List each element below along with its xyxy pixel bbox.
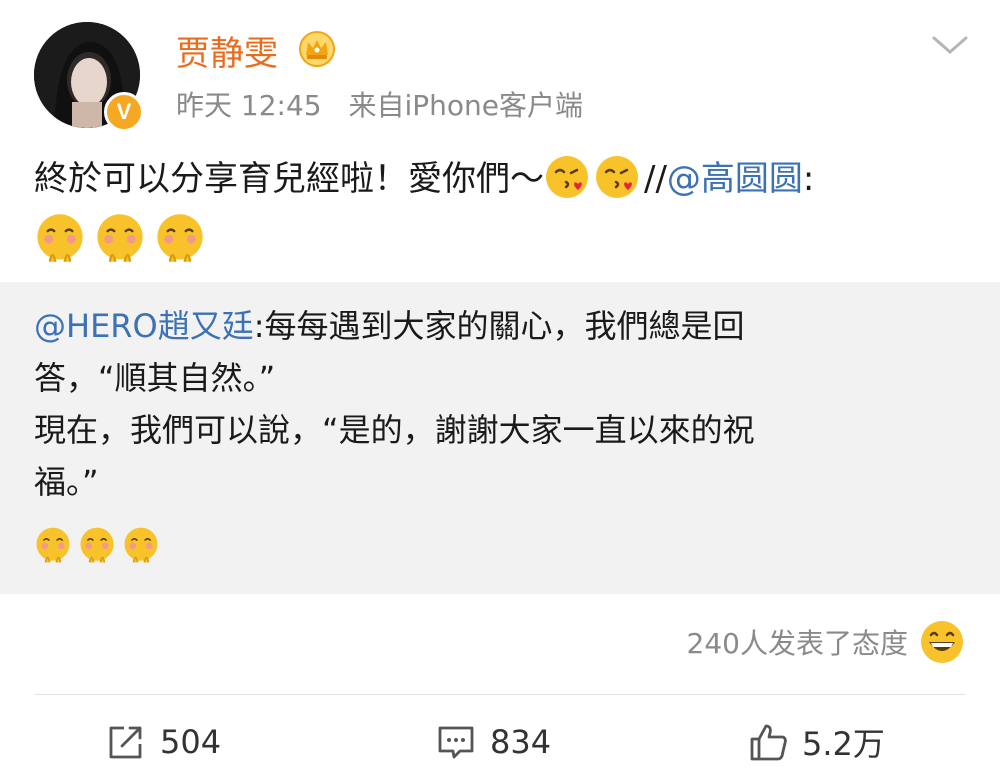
post-body-text: 終於可以分享育兒經啦！愛你們～	[34, 159, 544, 199]
reactions-summary[interactable]: 240人发表了态度	[687, 618, 966, 666]
post-meta: 昨天 12:45 来自iPhone客户端	[176, 84, 601, 124]
shy-emoji-icon	[157, 214, 203, 263]
kiss-emoji-icon	[546, 156, 588, 198]
repost-button[interactable]: 504	[104, 712, 221, 772]
mention-link[interactable]: @高圆圆	[667, 159, 803, 199]
like-count: 5.2万	[802, 725, 885, 763]
grin-emoji-icon	[921, 621, 963, 663]
divider	[34, 694, 966, 695]
shy-emoji-icon	[124, 527, 158, 563]
crown-icon[interactable]	[298, 30, 336, 68]
like-button[interactable]: 5.2万	[746, 712, 885, 772]
post-time: 昨天 12:45	[176, 89, 322, 122]
shy-emoji-icon	[37, 214, 83, 263]
kiss-emoji-icon	[596, 156, 638, 198]
repost-line: 福。”	[34, 463, 99, 501]
comment-count: 834	[490, 723, 552, 761]
repost-mention-link[interactable]: @HERO趙又廷	[34, 307, 254, 345]
shy-emoji-icon	[36, 527, 70, 563]
post-text: 終於可以分享育兒經啦！愛你們～ //@高圆圆:	[34, 152, 974, 206]
shy-emoji-icon	[80, 527, 114, 563]
like-icon	[750, 724, 787, 761]
chevron-down-icon[interactable]	[930, 30, 970, 60]
post-header: V 贾静雯 昨天 12:45 来自iPhone客户端	[0, 0, 1000, 140]
repost-count: 504	[160, 723, 222, 761]
post-source: 来自iPhone客户端	[348, 89, 584, 122]
username[interactable]: 贾静雯	[176, 26, 278, 75]
repost-line: 答，“順其自然。”	[34, 359, 276, 397]
comment-icon	[438, 726, 474, 759]
avatar[interactable]: V	[34, 22, 144, 132]
repost-icon	[109, 726, 142, 759]
repost-line: 現在，我們可以說，“是的，謝謝大家一直以來的祝	[34, 411, 755, 449]
post-emoji-row	[34, 212, 214, 266]
reposted-content[interactable]: @HERO趙又廷:每每遇到大家的關心，我們總是回 答，“順其自然。” 現在，我們…	[0, 282, 1000, 594]
verified-v-icon: V	[104, 92, 144, 132]
repost-text: @HERO趙又廷:每每遇到大家的關心，我們總是回 答，“順其自然。” 現在，我們…	[34, 300, 934, 508]
mention-colon: :	[802, 159, 815, 199]
comment-button[interactable]: 834	[434, 712, 551, 772]
action-bar: 504 834 5.2万	[0, 712, 1000, 772]
repost-text-part: :每每遇到大家的關心，我們總是回	[253, 307, 745, 345]
repost-line: @HERO趙又廷:每每遇到大家的關心，我們總是回	[34, 300, 934, 352]
repost-separator: //	[644, 159, 667, 199]
reactions-text: 240人发表了态度	[686, 627, 908, 660]
repost-emoji-row	[34, 526, 166, 564]
shy-emoji-icon	[97, 214, 143, 263]
